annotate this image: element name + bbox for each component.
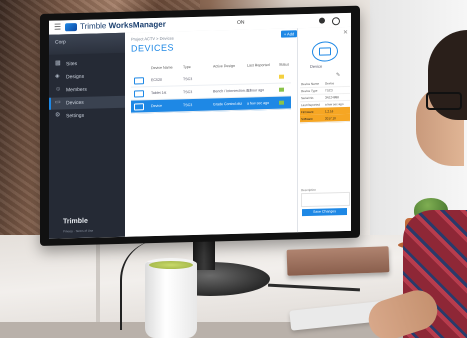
sidebar: Corp ▦ Sites ◈ Designs ☺ Members ▭ Devices ⚙… [49, 32, 125, 239]
breadcrumb[interactable]: Project ACTV > Devices [131, 35, 174, 41]
app-title: Trimble WorksManager [80, 20, 166, 31]
device-name: Device [151, 103, 162, 109]
table-row-selected[interactable]: Device TSC3 Grade Control.dsz a few sec … [131, 96, 291, 114]
notification-icon[interactable] [319, 17, 325, 24]
users-icon: ☺ [55, 86, 62, 93]
sidebar-item-members[interactable]: ☺ Members [49, 83, 125, 97]
column-header[interactable]: Status [279, 62, 289, 66]
sidebar-item-label: Sites [66, 61, 78, 68]
edit-icon[interactable]: ✎ [336, 72, 340, 78]
page-title: DEVICES [131, 42, 175, 54]
description-label: Description [301, 187, 317, 193]
tea-cup [145, 262, 197, 338]
status-indicator [279, 100, 284, 105]
column-header[interactable]: Last Reported [247, 63, 270, 68]
device-avatar-icon [312, 41, 338, 62]
detail-value: Device [325, 81, 335, 86]
detail-value: a few sec ago [325, 102, 344, 107]
detail-key: Last Reported [301, 102, 320, 108]
notebook [286, 246, 390, 276]
column-header[interactable]: Device Name [151, 66, 173, 71]
device-icon [134, 77, 144, 85]
glasses [426, 92, 462, 110]
sidebar-header-label: Corp [55, 39, 66, 46]
person [363, 30, 467, 338]
hamburger-menu-icon[interactable]: ☰ [54, 22, 61, 31]
sidebar-item-label: Settings [66, 112, 85, 120]
brand-name: Trimble [80, 21, 107, 31]
sidebar-item-label: Members [66, 86, 87, 94]
detail-value: TSC3 [325, 88, 333, 93]
sidebar-item-label: Designs [66, 73, 85, 81]
detail-key: Serial No. [301, 95, 315, 101]
device-icon [134, 103, 144, 111]
detail-key: Device Type [301, 88, 318, 94]
panel-device-name: Device [310, 63, 323, 69]
sidebar-item-settings[interactable]: ⚙ Settings [49, 109, 125, 123]
device-detail-panel: ✕ Device ✎ Device Name Device Device Type… [297, 26, 351, 233]
device-icon: ▭ [55, 99, 61, 106]
sidebar-header: Corp [49, 32, 125, 55]
last-reported: a few sec ago [247, 100, 270, 106]
product-name: WorksManager [108, 19, 166, 31]
device-name: EC520 [151, 77, 162, 83]
device-type: TSC3 [183, 90, 193, 95]
detail-value: 1.2.16 [325, 109, 334, 114]
device-icon [134, 90, 144, 98]
detail-value: 3N124888 [325, 95, 339, 100]
detail-value: 2017.10 [325, 116, 336, 121]
status-indicator [279, 87, 284, 92]
connection-status: ON [237, 19, 245, 26]
active-design: Grade Control.dsz [213, 101, 243, 107]
device-type: TSC3 [183, 103, 193, 108]
detail-key: Software [301, 116, 313, 122]
gear-icon: ⚙ [55, 112, 61, 119]
sidebar-item-sites[interactable]: ▦ Sites [49, 57, 125, 71]
device-name: Tablet 1st [151, 90, 167, 96]
last-reported: 1 hour ago [247, 88, 265, 93]
save-changes-button[interactable]: Save Changes [302, 207, 347, 217]
map-icon: ▦ [55, 60, 61, 67]
column-header[interactable]: Type [183, 65, 191, 69]
green-tea [149, 261, 193, 269]
sidebar-item-devices[interactable]: ▭ Devices [49, 95, 125, 110]
close-icon[interactable]: ✕ [343, 29, 348, 36]
sidebar-footer-logo: Trimble [63, 217, 88, 226]
layers-icon: ◈ [55, 73, 60, 80]
trimble-logo-icon [65, 23, 77, 32]
user-avatar-icon[interactable] [332, 17, 340, 26]
description-field[interactable] [301, 191, 350, 208]
monitor-screen: ☰ Trimble WorksManager ON Corp ▦ Sites ◈ D… [49, 12, 351, 239]
detail-key: Firmware [301, 109, 314, 115]
sidebar-footer-links[interactable]: Privacy · Terms of Use [63, 229, 93, 234]
add-device-button[interactable]: + Add [281, 30, 297, 38]
devices-main: Project ACTV > Devices DEVICES Device Na… [125, 28, 297, 237]
sidebar-item-label: Devices [66, 99, 84, 107]
sidebar-item-designs[interactable]: ◈ Designs [49, 70, 125, 84]
detail-key: Device Name [301, 81, 320, 87]
device-type: TSC3 [183, 77, 193, 82]
status-indicator [279, 74, 284, 79]
monitor: ☰ Trimble WorksManager ON Corp ▦ Sites ◈ D… [40, 5, 360, 247]
column-header[interactable]: Active Design [213, 64, 235, 69]
active-design: Bench / Intersection.dsz [213, 88, 252, 94]
office-scene: ☰ Trimble WorksManager ON Corp ▦ Sites ◈ D… [0, 0, 467, 338]
detail-row-warning: Software 2017.10 [300, 113, 350, 124]
